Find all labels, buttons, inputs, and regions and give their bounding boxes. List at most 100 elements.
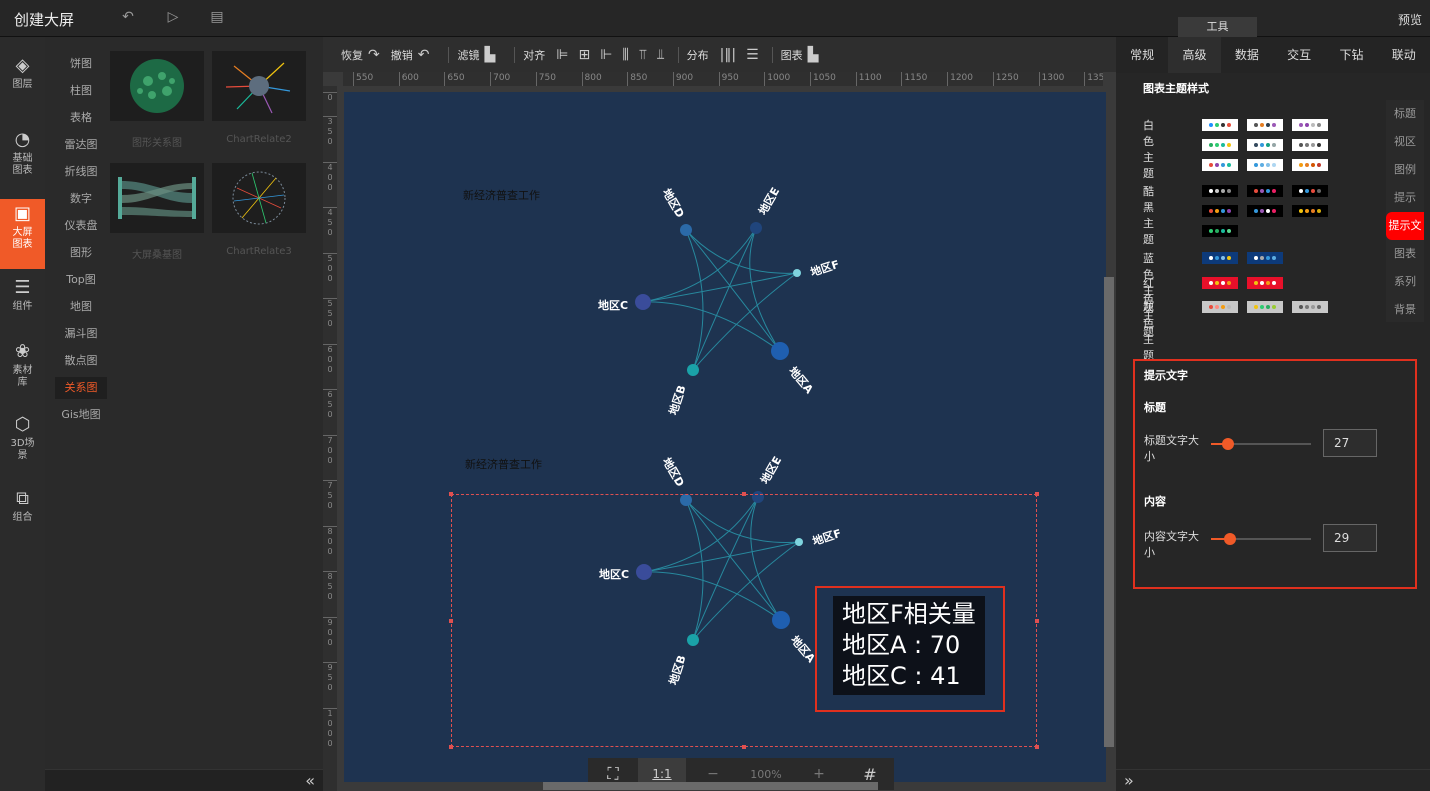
vertical-scrollbar[interactable] xyxy=(1104,277,1114,747)
thumbnail-graph-relation[interactable] xyxy=(110,51,204,121)
theme-swatch[interactable] xyxy=(1247,205,1283,217)
side-tab[interactable]: 背景 xyxy=(1386,296,1424,324)
theme-swatch[interactable] xyxy=(1247,139,1283,151)
distribute-h-icon[interactable]: |‖| xyxy=(720,47,736,63)
property-tab[interactable]: 常规 xyxy=(1116,37,1168,73)
filter-button[interactable]: 滤镜 ▙ xyxy=(457,47,500,63)
category-item[interactable]: Gis地图 xyxy=(55,404,107,426)
slider-knob[interactable] xyxy=(1222,438,1234,450)
horizontal-scrollbar[interactable] xyxy=(543,782,878,790)
property-tab[interactable]: 高级 xyxy=(1168,37,1221,73)
resize-handle[interactable] xyxy=(742,745,746,749)
tool-tab[interactable]: 工具 xyxy=(1178,17,1257,37)
play-icon[interactable]: ▷ xyxy=(163,9,183,27)
align-left-icon[interactable]: ⊫ xyxy=(556,47,568,63)
screen-canvas[interactable]: 新经济普查工作 地区D 地区E 地区F 地区C 地区A 地区B 新经济普查工作 … xyxy=(344,92,1106,790)
align-top-icon[interactable]: ⫪ xyxy=(639,47,647,63)
redo-button[interactable]: 恢复 ↷ xyxy=(341,47,385,63)
resize-handle[interactable] xyxy=(1035,619,1039,623)
side-tab[interactable]: 图例 xyxy=(1386,156,1424,184)
theme-swatch[interactable] xyxy=(1202,119,1238,131)
theme-swatch[interactable] xyxy=(1202,139,1238,151)
theme-swatch[interactable] xyxy=(1202,252,1238,264)
category-item[interactable]: 折线图 xyxy=(55,161,107,183)
nav-item-5[interactable]: ⬡ 3D场景 xyxy=(0,410,45,468)
side-tab[interactable]: 标题 xyxy=(1386,100,1424,128)
save-icon[interactable]: ▤ xyxy=(207,9,227,27)
category-item[interactable]: 漏斗图 xyxy=(55,323,107,345)
theme-swatch[interactable] xyxy=(1292,119,1328,131)
thumbnail-chartrelate2[interactable] xyxy=(212,51,306,121)
theme-swatch[interactable] xyxy=(1202,301,1238,313)
nav-item-3[interactable]: ☰ 组件 xyxy=(0,273,45,317)
nav-item-2[interactable]: ▣ 大屏图表 xyxy=(0,199,45,269)
property-tab[interactable]: 交互 xyxy=(1273,37,1325,73)
resize-handle[interactable] xyxy=(449,492,453,496)
theme-swatch[interactable] xyxy=(1292,185,1328,197)
distribute-button[interactable]: 分布 xyxy=(687,47,709,63)
nav-item-6[interactable]: ⧉ 组合 xyxy=(0,484,45,528)
resize-handle[interactable] xyxy=(449,745,453,749)
resize-handle[interactable] xyxy=(1035,745,1039,749)
theme-swatch[interactable] xyxy=(1292,301,1328,313)
theme-swatch[interactable] xyxy=(1292,139,1328,151)
property-tab[interactable]: 数据 xyxy=(1221,37,1273,73)
theme-swatch[interactable] xyxy=(1247,159,1283,171)
theme-swatch[interactable] xyxy=(1247,119,1283,131)
expand-right-icon[interactable]: » xyxy=(1124,771,1134,790)
category-item[interactable]: 关系图 xyxy=(55,377,107,399)
nav-item-4[interactable]: ❀ 素材库 xyxy=(0,337,45,397)
category-item[interactable]: 散点图 xyxy=(55,350,107,372)
theme-swatch[interactable] xyxy=(1247,252,1283,264)
resize-handle[interactable] xyxy=(449,619,453,623)
side-tab[interactable]: 系列 xyxy=(1386,268,1424,296)
swatch-dot xyxy=(1317,123,1321,127)
undo-button[interactable]: 撤销 ↶ xyxy=(391,47,435,63)
category-item[interactable]: 饼图 xyxy=(55,53,107,75)
theme-swatch[interactable] xyxy=(1292,205,1328,217)
align-bottom-icon[interactable]: ⫫ xyxy=(657,47,665,63)
content-size-input[interactable]: 29 xyxy=(1323,524,1377,552)
category-item[interactable]: 地图 xyxy=(55,296,107,318)
category-item[interactable]: 表格 xyxy=(55,107,107,129)
theme-swatch[interactable] xyxy=(1202,277,1238,289)
side-tab[interactable]: 提示文 xyxy=(1386,212,1424,240)
align-button[interactable]: 对齐 xyxy=(523,47,545,63)
category-item[interactable]: 仪表盘 xyxy=(55,215,107,237)
align-middle-icon[interactable]: ⫼ xyxy=(622,47,628,63)
category-item[interactable]: Top图 xyxy=(55,269,107,291)
theme-swatch[interactable] xyxy=(1202,205,1238,217)
nav-item-0[interactable]: ◈ 图层 xyxy=(0,51,45,101)
distribute-v-icon[interactable]: ☰ xyxy=(746,47,759,63)
theme-swatch[interactable] xyxy=(1202,225,1238,237)
side-tab[interactable]: 视区 xyxy=(1386,128,1424,156)
theme-swatch[interactable] xyxy=(1292,159,1328,171)
collapse-left-icon[interactable]: « xyxy=(305,771,315,790)
resize-handle[interactable] xyxy=(742,492,746,496)
theme-swatch[interactable] xyxy=(1202,159,1238,171)
category-item[interactable]: 雷达图 xyxy=(55,134,107,156)
resize-handle[interactable] xyxy=(1035,492,1039,496)
side-tab[interactable]: 图表 xyxy=(1386,240,1424,268)
category-item[interactable]: 柱图 xyxy=(55,80,107,102)
thumbnail-sankey[interactable] xyxy=(110,163,204,233)
align-center-icon[interactable]: ⊞ xyxy=(578,47,590,63)
chart-button[interactable]: 图表 ▙ xyxy=(781,47,824,63)
slider-knob[interactable] xyxy=(1224,533,1236,545)
theme-swatch[interactable] xyxy=(1247,277,1283,289)
category-item[interactable]: 数字 xyxy=(55,188,107,210)
category-item[interactable]: 图形 xyxy=(55,242,107,264)
thumbnail-chartrelate3[interactable] xyxy=(212,163,306,233)
nav-item-1[interactable]: ◔ 基础图表 xyxy=(0,125,45,185)
side-tab[interactable]: 提示 xyxy=(1386,184,1424,212)
property-tab[interactable]: 联动 xyxy=(1378,37,1430,73)
theme-swatch[interactable] xyxy=(1202,185,1238,197)
title-size-input[interactable]: 27 xyxy=(1323,429,1377,457)
undo-icon[interactable]: ↶ xyxy=(118,9,138,27)
swatch-dot xyxy=(1209,163,1213,167)
property-tab[interactable]: 下钻 xyxy=(1325,37,1377,73)
theme-swatch[interactable] xyxy=(1247,301,1283,313)
theme-swatch[interactable] xyxy=(1247,185,1283,197)
preview-button[interactable]: 预览 xyxy=(1398,11,1422,28)
align-right-icon[interactable]: ⊩ xyxy=(600,47,612,63)
